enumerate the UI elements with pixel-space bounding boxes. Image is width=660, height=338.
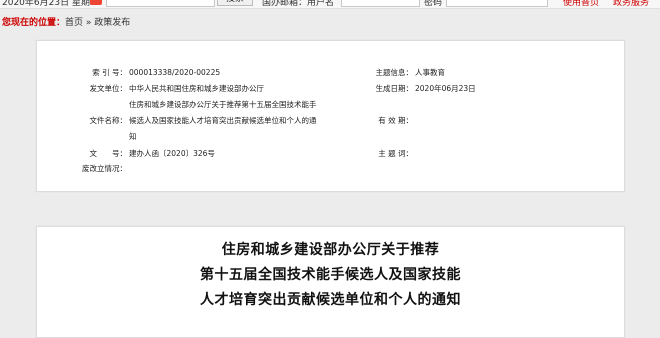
breadcrumb-path[interactable]: 首页 » 政策发布: [65, 18, 130, 28]
docname-value-line3: 知: [129, 132, 137, 141]
index-label: 索 引 号：: [92, 68, 127, 77]
article-panel: 住房和城乡建设部办公厅关于推荐 第十五届全国技术能手候选人及国家技能 人才培育突…: [36, 226, 625, 338]
document-meta-panel: 索 引 号： 000013338/2020-00225 主题信息： 人事教育 发…: [36, 40, 625, 192]
issuer-label: 发文单位：: [89, 84, 128, 93]
topic-value: 人事教育: [415, 68, 445, 77]
created-value: 2020年06月23日: [415, 84, 476, 93]
article-title-line3: 人才培育突出贡献候选单位和个人的通知: [200, 292, 461, 308]
link-mobile[interactable]: 政务服务: [613, 0, 649, 8]
docname-value-line2: 候选人及国家技能人才培育突出贡献候选单位和个人的通: [129, 116, 317, 125]
docno-value: 建办人函〔2020〕326号: [129, 149, 215, 158]
password-label: 密码: [424, 0, 443, 8]
topic-label: 主题信息：: [375, 68, 414, 77]
docname-value-line1: 住房和城乡建设部办公厅关于推荐第十五届全国技术能手: [129, 100, 317, 109]
subject-label: 主 题 词：: [378, 149, 413, 158]
article-title-line1: 住房和城乡建设部办公厅关于推荐: [221, 242, 440, 258]
breadcrumb: 您现在的位置：首页 » 政策发布: [2, 15, 130, 28]
issuer-value: 中华人民共和国住房和城乡建设部办公厅: [129, 84, 264, 93]
link-login[interactable]: 使用普页: [563, 0, 599, 8]
validity-label: 有 效 期：: [378, 116, 413, 125]
email-label: 国办邮箱：用户名: [262, 0, 335, 8]
password-field[interactable]: [446, 0, 548, 7]
username-field[interactable]: [341, 0, 420, 7]
search-input[interactable]: [106, 0, 215, 7]
logo-icon: [90, 0, 102, 5]
created-label: 生成日期：: [375, 84, 414, 93]
index-value: 000013338/2020-00225: [129, 68, 221, 77]
breadcrumb-label: 您现在的位置：: [2, 18, 66, 28]
current-date: 2020年6月23日 星期二: [2, 0, 99, 8]
article-title-line2: 第十五届全国技术能手候选人及国家技能: [200, 267, 461, 283]
docno-label: 文 号：: [89, 149, 128, 158]
abolish-label: 废改立情况：: [82, 164, 127, 173]
docname-label: 文件名称：: [89, 116, 128, 125]
top-bar: 2020年6月23日 星期二 搜索 国办邮箱：用户名 密码 使用普页 政务服务: [0, 0, 660, 9]
search-button[interactable]: 搜索: [217, 0, 253, 6]
